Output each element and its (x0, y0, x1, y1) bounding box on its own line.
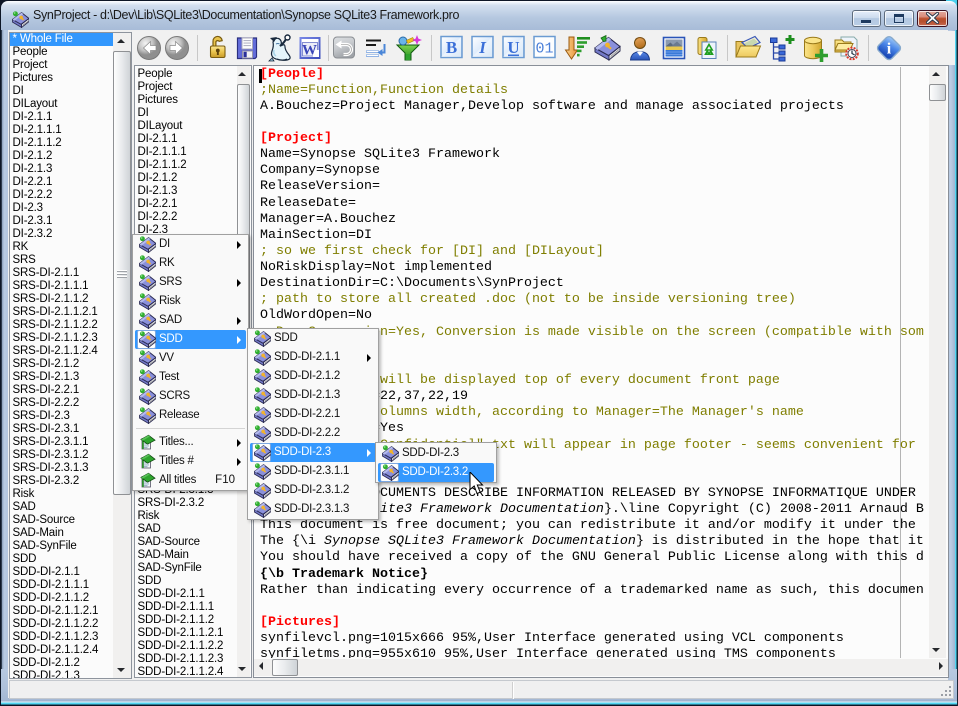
svg-text:B: B (446, 38, 457, 57)
svg-text:U: U (507, 38, 519, 57)
svg-text:W: W (302, 43, 317, 59)
svg-text:i: i (887, 41, 892, 58)
svg-text:01: 01 (535, 41, 553, 58)
